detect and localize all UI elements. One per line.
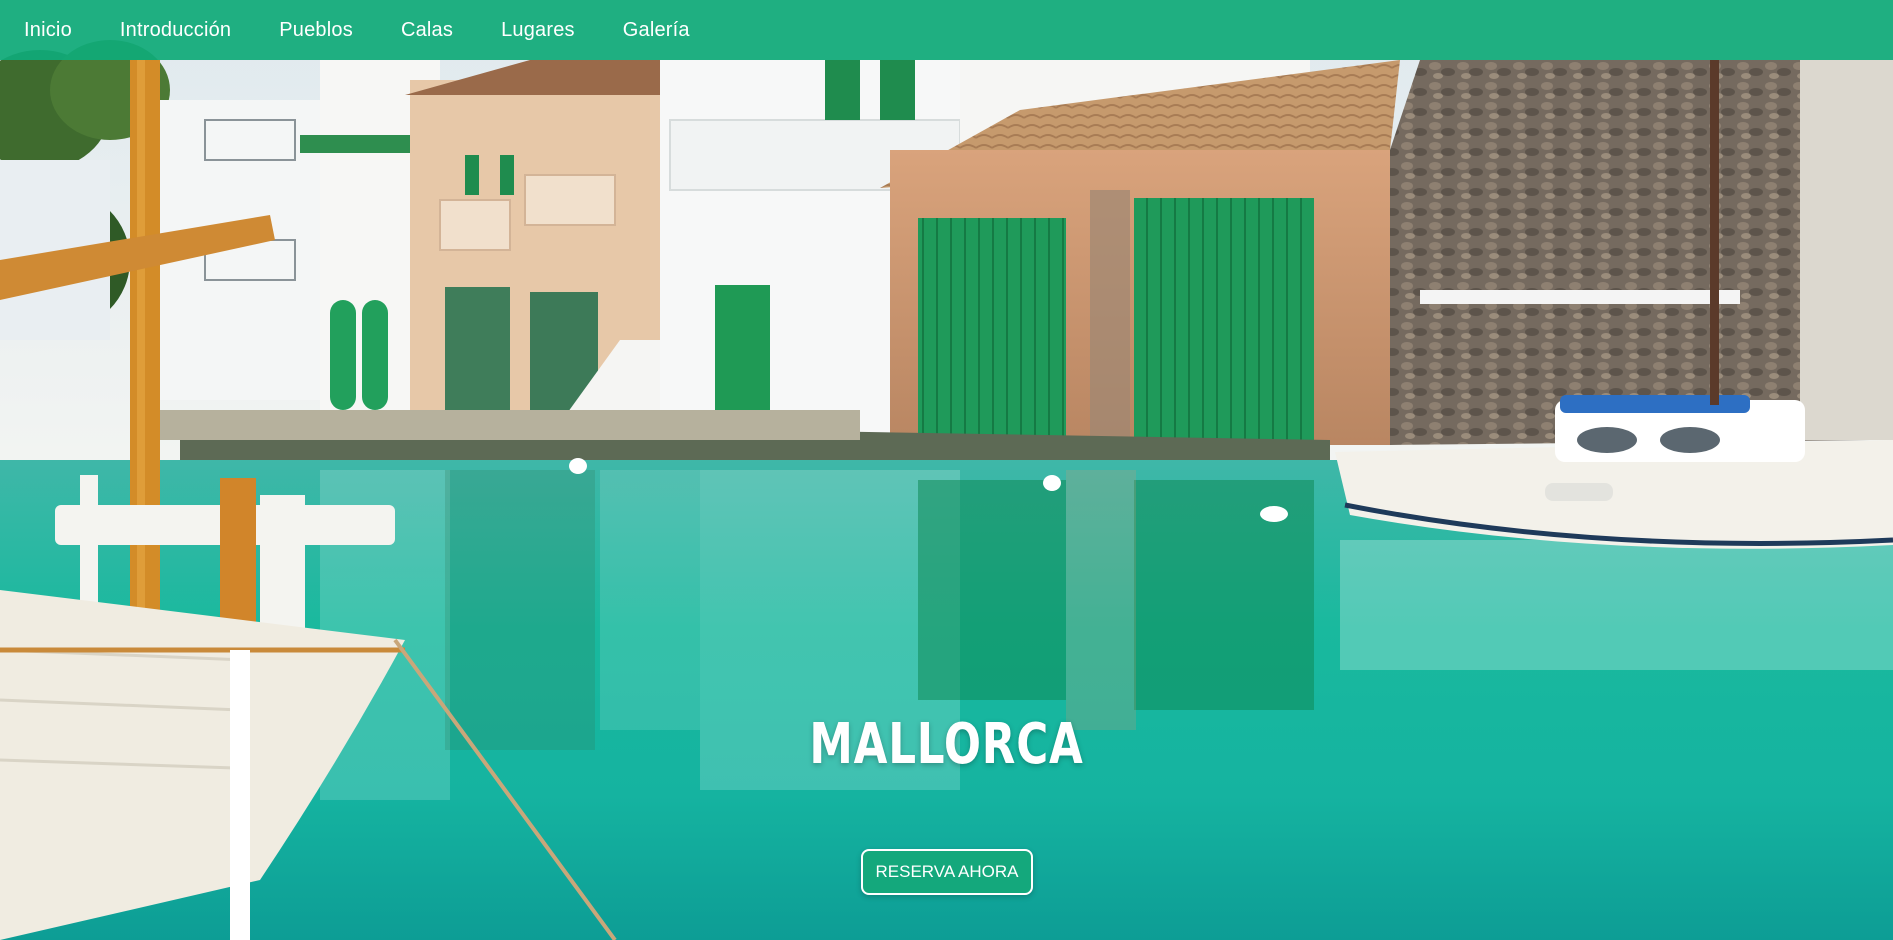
nav-item-lugares[interactable]: Lugares <box>477 0 599 60</box>
reserve-now-button[interactable]: RESERVA AHORA <box>861 849 1033 895</box>
nav-item-pueblos[interactable]: Pueblos <box>255 0 377 60</box>
hero-section <box>0 0 1893 940</box>
nav-item-galeria[interactable]: Galería <box>599 0 714 60</box>
top-navbar: Inicio Introducción Pueblos Calas Lugare… <box>0 0 1893 60</box>
nav-item-calas[interactable]: Calas <box>377 0 477 60</box>
nav-item-inicio[interactable]: Inicio <box>0 0 96 60</box>
nav-item-introduccion[interactable]: Introducción <box>96 0 255 60</box>
hero-background-image <box>0 0 1893 940</box>
hero-title: MALLORCA <box>809 712 1084 777</box>
